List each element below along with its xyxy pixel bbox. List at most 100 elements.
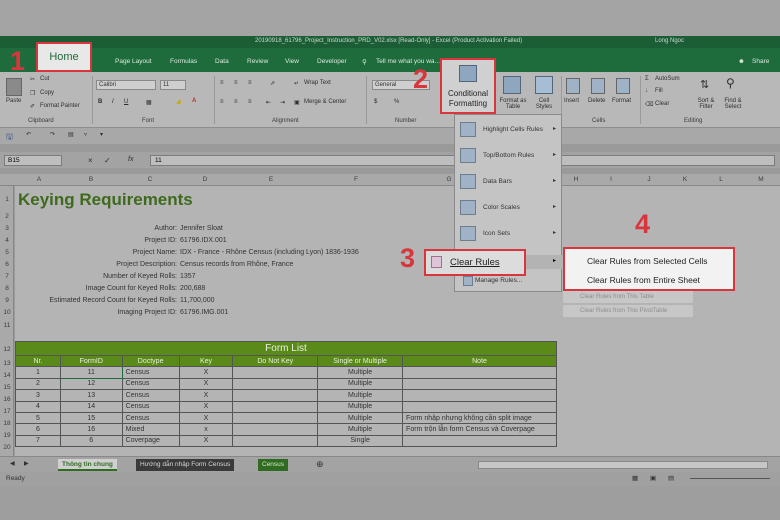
fill-color-icon[interactable]: ◢ <box>176 98 181 105</box>
table-cell[interactable]: 6 <box>59 434 123 448</box>
tab-review[interactable]: Review <box>247 58 268 65</box>
table-cell[interactable]: Multiple <box>317 389 404 402</box>
cut-button[interactable]: Cut <box>40 76 49 82</box>
function-icon[interactable]: fx <box>128 156 133 163</box>
row-header[interactable]: 5 <box>0 249 14 256</box>
row-header[interactable]: 1 <box>0 196 14 203</box>
font-color-icon[interactable]: A <box>192 98 196 104</box>
row-header[interactable]: 9 <box>0 297 14 304</box>
save-icon[interactable]: 🖫 <box>6 131 13 145</box>
scroll-left-icon[interactable]: ◀ <box>10 460 15 467</box>
tab-page-layout[interactable]: Page Layout <box>115 58 152 65</box>
column-header[interactable]: D <box>196 176 214 183</box>
table-cell[interactable]: Multiple <box>317 423 404 436</box>
align-top-icon[interactable]: ≡ <box>220 80 224 86</box>
sort-filter-icon[interactable]: ⇅ <box>700 78 709 91</box>
table-cell[interactable]: Mixed <box>121 423 180 436</box>
table-cell[interactable]: 3 <box>15 389 61 402</box>
table-cell[interactable]: X <box>178 411 234 425</box>
user-name[interactable]: Long Ngoc <box>655 38 684 44</box>
row-header[interactable]: 8 <box>0 285 14 292</box>
clear-rules-selected-cells[interactable]: Clear Rules from Selected Cells <box>587 256 707 266</box>
wrap-text-icon[interactable]: ↵ <box>294 80 299 87</box>
open-icon[interactable]: ▤ <box>68 131 74 138</box>
brush-icon[interactable]: ✐ <box>30 103 35 110</box>
table-cell[interactable] <box>232 411 319 425</box>
delete-icon[interactable] <box>591 78 605 94</box>
table-cell[interactable] <box>232 366 319 379</box>
table-cell[interactable]: Census <box>121 377 180 391</box>
table-cell[interactable]: Multiple <box>317 411 404 425</box>
tell-me-box[interactable]: Tell me what you wa... <box>376 58 440 65</box>
table-header-cell[interactable]: Note <box>402 354 557 368</box>
table-header-cell[interactable]: FormID <box>59 354 123 368</box>
field-value[interactable]: IDX - France - Rhône Census (including L… <box>180 249 359 256</box>
row-header[interactable]: 18 <box>0 420 14 427</box>
table-cell[interactable]: Census <box>121 411 180 425</box>
table-cell[interactable]: Census <box>121 366 180 379</box>
table-cell[interactable]: 1 <box>15 366 61 379</box>
table-header-cell[interactable]: Nr. <box>15 354 61 368</box>
table-cell[interactable] <box>232 400 319 413</box>
tab-formulas[interactable]: Formulas <box>170 58 197 65</box>
align-center-icon[interactable]: ≡ <box>234 99 238 105</box>
share-button[interactable]: Share <box>752 58 769 65</box>
filter-icon[interactable]: ▿ <box>84 131 87 138</box>
table-cell[interactable] <box>232 423 319 436</box>
table-cell[interactable] <box>402 400 557 413</box>
table-cell[interactable] <box>402 377 557 391</box>
conditional-formatting-button[interactable]: Conditional Formatting <box>440 58 496 114</box>
font-name-select[interactable]: Calibri <box>96 80 156 90</box>
row-header[interactable]: 12 <box>0 346 14 353</box>
align-left-icon[interactable]: ≡ <box>220 99 224 105</box>
fill-button[interactable]: Fill <box>655 88 663 94</box>
decrease-indent-icon[interactable]: ⇤ <box>266 99 271 106</box>
column-header[interactable]: E <box>262 176 280 183</box>
table-cell[interactable]: 4 <box>15 400 61 413</box>
paste-icon[interactable] <box>6 78 22 96</box>
table-cell[interactable]: x <box>178 423 234 436</box>
table-cell[interactable]: Form nhập nhưng không cần split image <box>402 411 557 425</box>
format-icon[interactable] <box>616 78 630 94</box>
table-cell[interactable]: Multiple <box>317 400 404 413</box>
table-cell[interactable] <box>402 389 557 402</box>
field-value[interactable]: 61796.IMG.001 <box>180 309 228 316</box>
orientation-icon[interactable]: ⇗ <box>270 80 275 87</box>
sheet-tab[interactable]: Hướng dẫn nhập Form Census <box>136 459 235 471</box>
field-value[interactable]: 1357 <box>180 273 196 280</box>
merge-icon[interactable]: ▣ <box>294 99 300 106</box>
scissors-icon[interactable]: ✂ <box>30 76 35 83</box>
format-as-table-button[interactable]: Format as Table <box>497 98 529 110</box>
row-header[interactable]: 6 <box>0 261 14 268</box>
table-cell[interactable] <box>232 434 319 448</box>
share-icon[interactable]: ☻ <box>738 58 745 65</box>
currency-icon[interactable]: $ <box>374 99 377 105</box>
column-header[interactable]: K <box>676 176 694 183</box>
autosum-button[interactable]: AutoSum <box>655 76 680 82</box>
insert-button[interactable]: Insert <box>564 98 579 104</box>
clear-button[interactable]: Clear <box>655 101 669 107</box>
table-cell-selected[interactable]: 11 <box>59 366 123 379</box>
table-cell[interactable]: 6 <box>15 423 61 436</box>
column-header[interactable]: B <box>82 176 100 183</box>
enter-icon[interactable]: ✓ <box>104 156 111 165</box>
column-header[interactable]: C <box>141 176 159 183</box>
menu-item-icon-sets[interactable]: Icon Sets ▸ <box>455 221 563 247</box>
name-box[interactable]: B15 <box>4 155 62 166</box>
copy-icon[interactable]: ❐ <box>30 90 35 97</box>
increase-indent-icon[interactable]: ⇥ <box>280 99 285 106</box>
copy-button[interactable]: Copy <box>40 90 54 96</box>
table-cell[interactable]: 5 <box>15 411 61 425</box>
table-header-cell[interactable]: Key <box>178 354 234 368</box>
table-cell[interactable]: 2 <box>15 377 61 391</box>
table-cell[interactable] <box>402 366 557 379</box>
borders-icon[interactable]: ▦ <box>146 99 152 106</box>
row-header[interactable]: 4 <box>0 237 14 244</box>
tab-developer[interactable]: Developer <box>317 58 347 65</box>
table-cell[interactable]: 12 <box>59 377 123 391</box>
merge-center-button[interactable]: Merge & Center <box>304 99 346 105</box>
row-header[interactable]: 14 <box>0 372 14 379</box>
scroll-right-icon[interactable]: ▶ <box>24 460 29 467</box>
align-bottom-icon[interactable]: ≡ <box>248 80 252 86</box>
wrap-text-button[interactable]: Wrap Text <box>304 80 331 86</box>
